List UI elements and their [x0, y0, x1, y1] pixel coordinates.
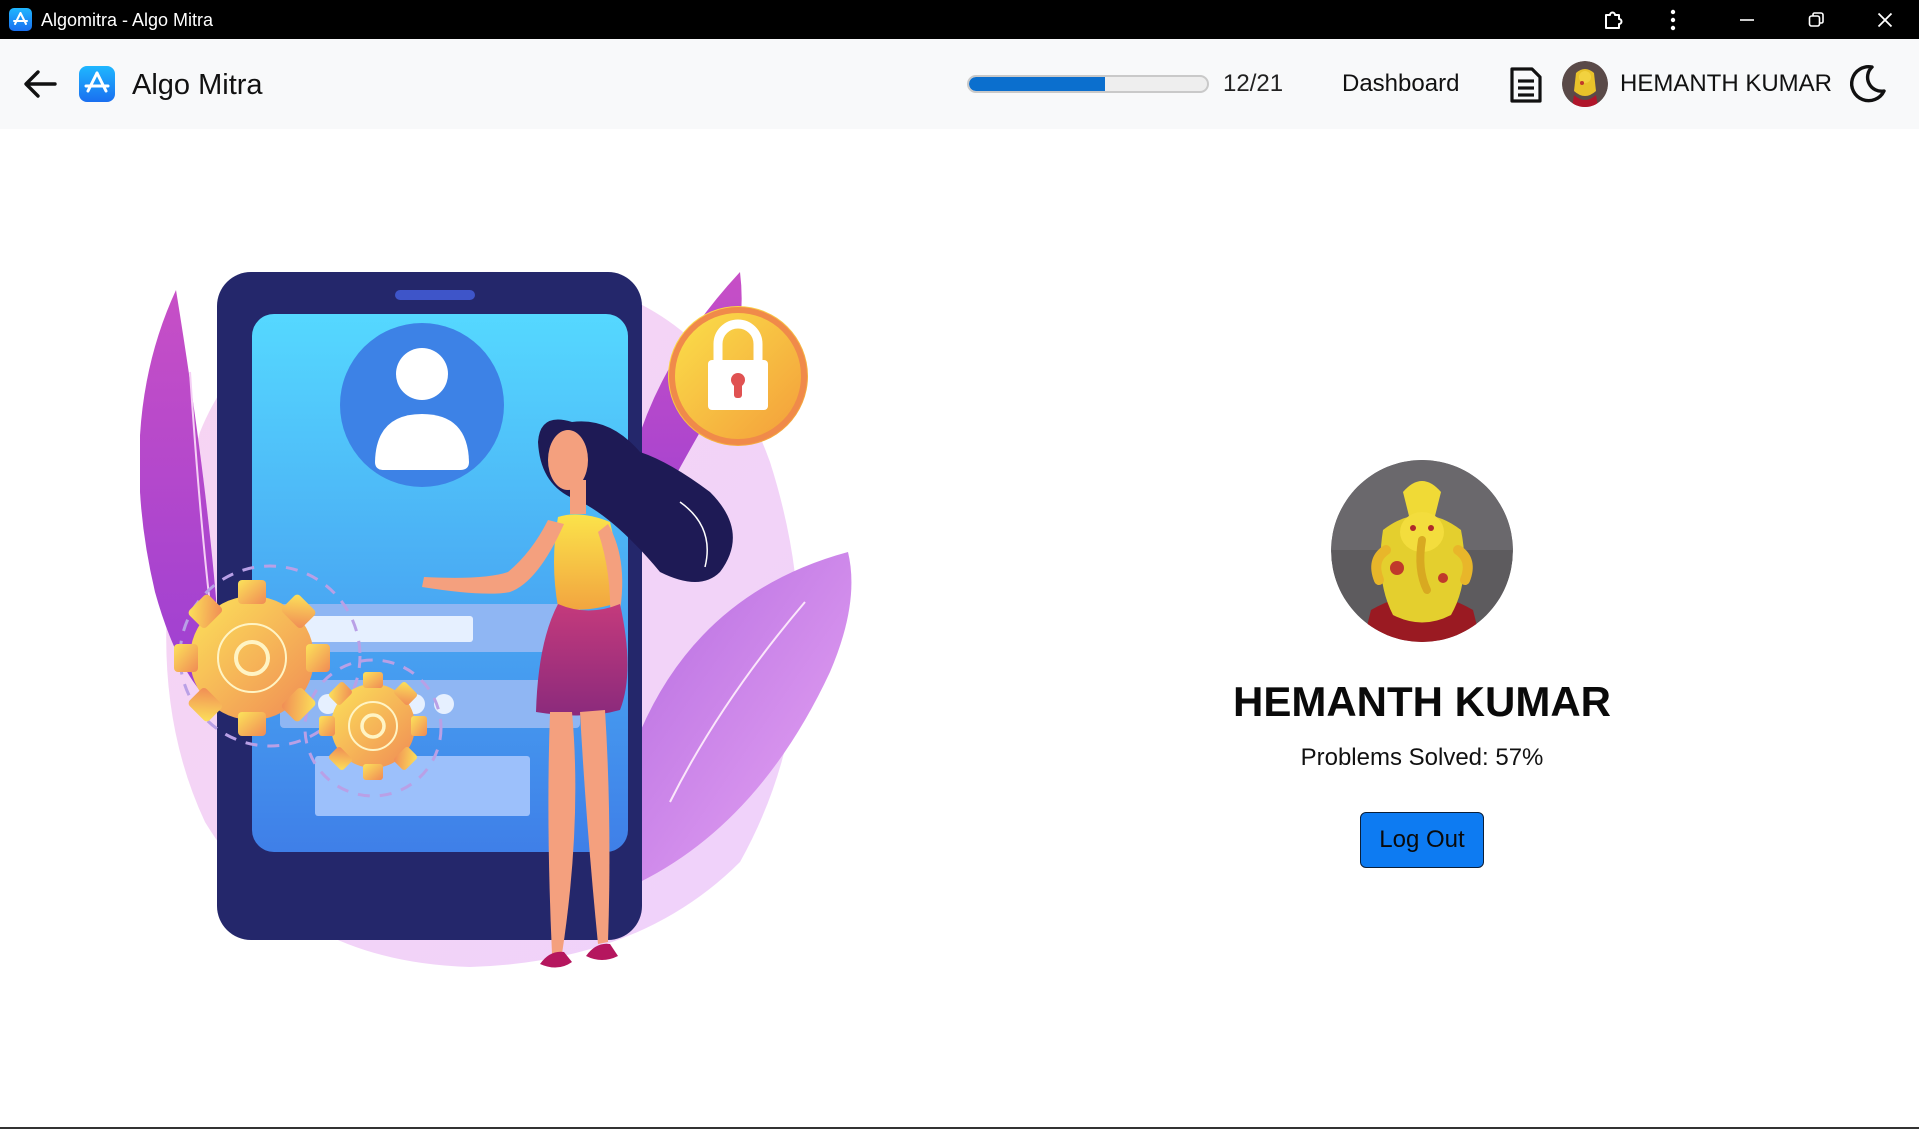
brand-name[interactable]: Algo Mitra: [132, 68, 263, 102]
progress-fill: [969, 77, 1105, 91]
header-username[interactable]: HEMANTH KUMAR: [1620, 70, 1832, 98]
extensions-icon[interactable]: [1584, 0, 1644, 39]
login-illustration: [139, 262, 860, 972]
window-title: Algomitra - Algo Mitra: [41, 10, 214, 30]
avatar[interactable]: [1562, 61, 1608, 107]
app-header: Algo Mitra 12/21 Dashboard HEMANTH KUMAR: [0, 39, 1919, 129]
window-titlebar: Algomitra - Algo Mitra: [0, 0, 1919, 39]
profile-name: HEMANTH KUMAR: [1233, 678, 1611, 725]
restore-icon[interactable]: [1786, 0, 1846, 39]
profile-card: HEMANTH KUMAR Problems Solved: 57% Log O…: [1200, 460, 1644, 880]
nav-dashboard-link[interactable]: Dashboard: [1342, 70, 1459, 98]
app-store-icon: [79, 66, 115, 102]
arrow-left-icon[interactable]: [20, 66, 60, 102]
profile-avatar: [1331, 460, 1513, 642]
close-icon[interactable]: [1855, 0, 1915, 39]
minimize-icon[interactable]: [1717, 0, 1777, 39]
more-vertical-icon[interactable]: [1643, 0, 1703, 39]
app-store-icon: [9, 8, 32, 31]
document-icon[interactable]: [1508, 66, 1544, 104]
problems-solved-stat: Problems Solved: 57%: [1300, 744, 1544, 771]
logout-button[interactable]: Log Out: [1360, 812, 1484, 868]
moon-icon[interactable]: [1846, 63, 1888, 105]
progress-count: 12/21: [1223, 70, 1284, 97]
progress-bar: [967, 75, 1209, 93]
